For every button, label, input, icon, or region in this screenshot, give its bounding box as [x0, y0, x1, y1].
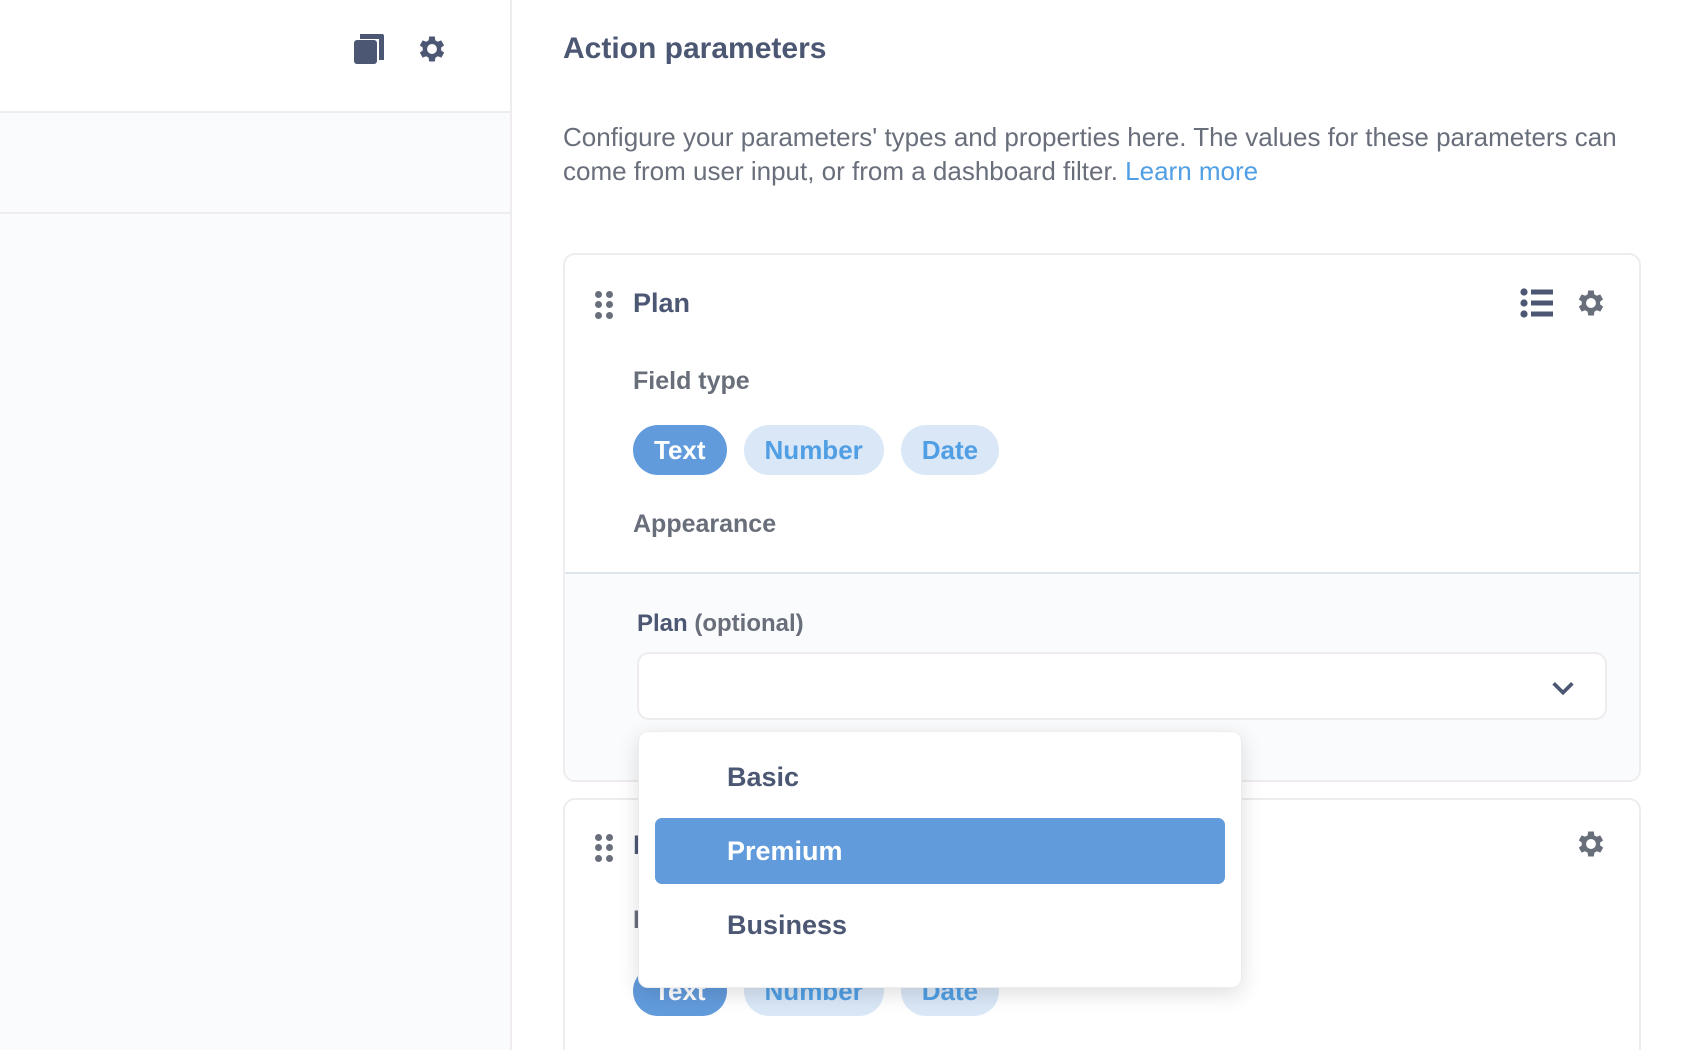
field-type-label: Field type [633, 367, 750, 396]
card-actions [1573, 826, 1609, 862]
gear-icon[interactable] [1573, 826, 1609, 862]
preview-label-name: Plan [637, 610, 688, 637]
left-panel-header [0, 0, 510, 113]
page-description: Configure your parameters' types and pro… [563, 120, 1653, 188]
option-business[interactable]: Business [655, 892, 1225, 958]
page-title: Action parameters [563, 32, 826, 66]
option-premium[interactable]: Premium [655, 818, 1225, 884]
preview-field-label: Plan (optional) [637, 610, 804, 638]
drag-handle-icon[interactable] [595, 291, 613, 319]
field-type-text[interactable]: Text [633, 425, 727, 475]
left-panel-section [0, 113, 510, 214]
book-icon[interactable] [350, 30, 388, 68]
field-type-number[interactable]: Number [744, 425, 884, 475]
appearance-label: Appearance [633, 510, 776, 539]
plan-select[interactable] [637, 652, 1607, 720]
drag-handle-icon[interactable] [595, 834, 613, 862]
parameter-card: Plan Field type Text Number [563, 253, 1641, 782]
card-actions [1519, 285, 1609, 321]
field-type-options: Text Number Date [633, 425, 999, 475]
parameter-title: Plan [633, 288, 690, 319]
description-text: Configure your parameters' types and pro… [563, 122, 1617, 186]
preview-label-optional: (optional) [694, 610, 803, 637]
learn-more-link[interactable]: Learn more [1125, 156, 1258, 186]
list-icon[interactable] [1519, 285, 1555, 321]
field-type-date[interactable]: Date [901, 425, 999, 475]
gear-icon[interactable] [1573, 285, 1609, 321]
left-panel [0, 0, 512, 1050]
chevron-down-icon [1549, 674, 1577, 702]
plan-options-dropdown: Basic Premium Business [638, 731, 1242, 988]
option-basic[interactable]: Basic [655, 744, 1225, 810]
gear-icon[interactable] [413, 30, 451, 68]
